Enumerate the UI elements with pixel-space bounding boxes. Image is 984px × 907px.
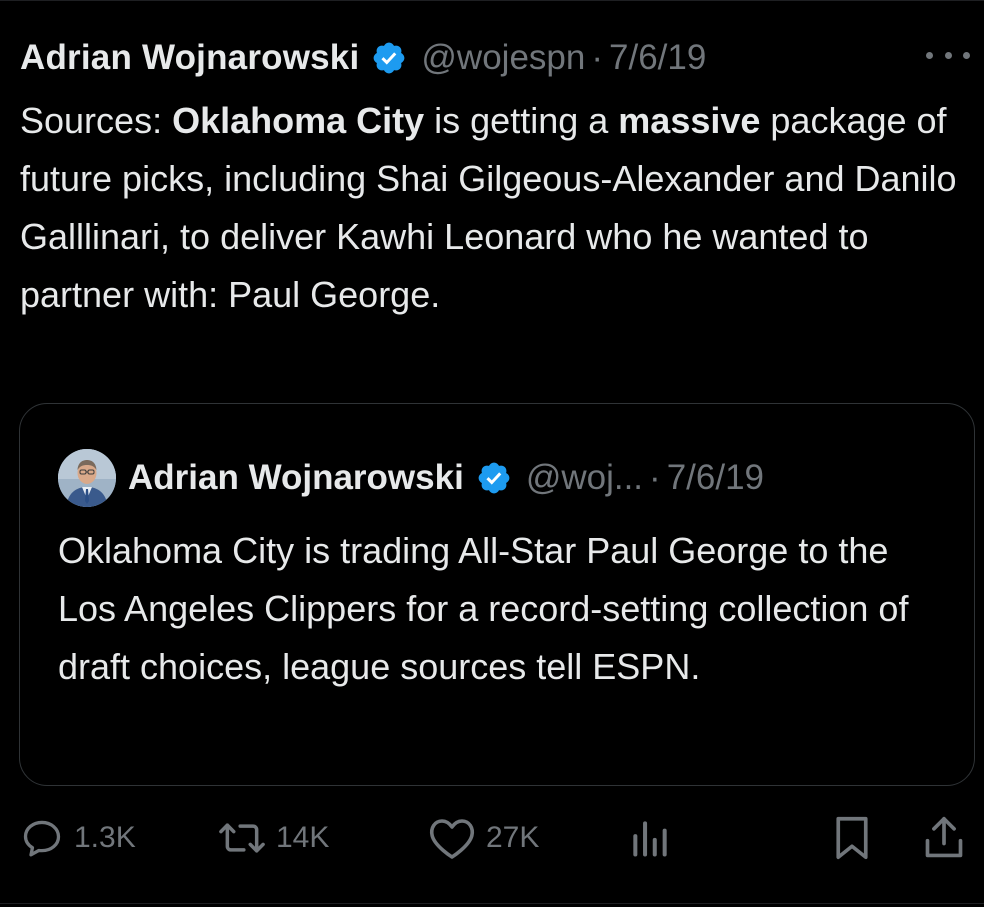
author-handle[interactable]: @wojespn [421,38,585,78]
reply-count: 1.3K [74,821,136,854]
like-count: 27K [486,821,540,854]
header-separator: · [591,38,604,77]
avatar[interactable] [58,449,116,507]
author-name[interactable]: Adrian Wojnarowski [20,38,359,78]
avatar-image [58,449,116,507]
quoted-tweet-header: Adrian Wojnarowski @woj... · 7/6/19 [58,448,764,508]
share-button[interactable] [922,808,966,868]
tweet-date[interactable]: 7/6/19 [609,38,706,78]
tweet-body: Sources: Oklahoma City is getting a mass… [20,92,960,324]
tweet[interactable]: Adrian Wojnarowski @wojespn · 7/6/19 Sou… [0,0,984,907]
like-button[interactable]: 27K [428,808,539,868]
tweet-body-segment: is getting a [424,100,619,141]
bookmark-icon [836,816,868,860]
quoted-author-name[interactable]: Adrian Wojnarowski [128,458,464,498]
tweet-body-segment-bold: massive [618,100,761,141]
quoted-header-separator: · [649,458,661,497]
reply-icon [23,820,61,857]
bottom-divider [0,903,984,904]
analytics-button[interactable] [628,808,672,868]
quoted-tweet-card[interactable]: Adrian Wojnarowski @woj... · 7/6/19 Okla… [19,403,975,786]
retweet-count: 14K [276,821,330,854]
verified-badge-icon[interactable] [371,40,407,76]
tweet-body-segment-bold: Oklahoma City [172,100,425,141]
retweet-icon [219,823,265,853]
analytics-icon [633,821,667,857]
tweet-body-segment: Sources: [20,100,173,141]
quoted-author-handle[interactable]: @woj... [526,458,643,498]
share-icon [925,816,963,858]
bookmark-button[interactable] [830,808,874,868]
tweet-header: Adrian Wojnarowski @wojespn · 7/6/19 [20,33,706,83]
quoted-tweet-date[interactable]: 7/6/19 [667,458,764,498]
action-bar: 1.3K 14K 27K [20,808,970,868]
more-options-icon[interactable] [926,40,970,70]
more-dot [944,51,952,59]
reply-button[interactable]: 1.3K [20,808,136,868]
verified-badge-icon[interactable] [476,460,512,496]
quoted-tweet-body: Oklahoma City is trading All-Star Paul G… [58,530,909,687]
retweet-button[interactable]: 14K [218,808,329,868]
heart-icon [429,819,475,859]
more-dot [926,51,933,59]
more-dot [963,51,970,59]
